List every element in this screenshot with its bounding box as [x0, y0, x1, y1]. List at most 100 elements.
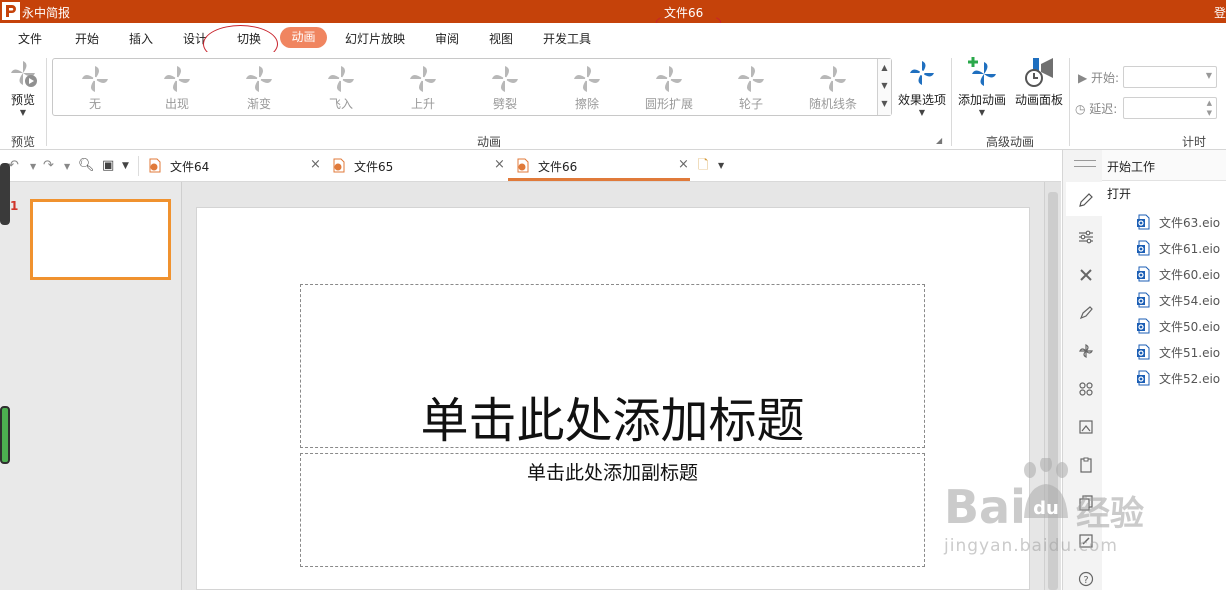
tab-label: 文件66	[538, 160, 578, 174]
task-pane-title: 开始工作	[1107, 160, 1156, 174]
preview-group-label: 预览	[11, 135, 36, 149]
effect-8[interactable]: 圆形扩展	[633, 63, 705, 115]
side-handle-bottom[interactable]	[0, 406, 10, 464]
close-icon[interactable]: ×	[678, 157, 689, 172]
app-logo-icon	[2, 2, 20, 20]
effect-10[interactable]: 随机线条	[797, 63, 869, 115]
scrollbar-thumb[interactable]	[1048, 192, 1058, 590]
help-icon[interactable]: ?	[1078, 571, 1094, 587]
effect-7[interactable]: 擦除	[551, 63, 623, 115]
tab-doc-66[interactable]: 文件66 ×	[516, 150, 691, 181]
recent-file-name: 文件50.eio	[1159, 320, 1221, 334]
effect-5[interactable]: 上升	[387, 63, 459, 115]
menu-slideshow[interactable]: 幻灯片放映	[345, 30, 405, 47]
watermark-brand: Bai	[944, 480, 1026, 534]
pinwheel-icon[interactable]	[1078, 343, 1094, 359]
subtitle-placeholder-text: 单击此处添加副标题	[526, 462, 698, 484]
menu-insert[interactable]: 插入	[129, 30, 153, 47]
sliders-icon[interactable]	[1078, 229, 1094, 245]
new-tab-icon[interactable]: 🗋︎	[698, 156, 708, 178]
recent-file-name: 文件54.eio	[1159, 294, 1221, 308]
eio-file-icon	[1137, 266, 1150, 282]
recent-file-name: 文件51.eio	[1159, 346, 1221, 360]
preview-dropdown-icon[interactable]: ▼	[6, 108, 40, 117]
effect-options-button[interactable]: 效果选项 ▼	[896, 58, 948, 117]
save-icon[interactable]: ▣	[102, 158, 114, 173]
redo-icon[interactable]: ↷	[43, 158, 54, 173]
login-link[interactable]: 登	[1214, 4, 1226, 21]
pencil-icon[interactable]	[1078, 192, 1094, 208]
dialog-launcher-icon[interactable]: ◢	[936, 136, 942, 145]
menu-file[interactable]: 文件	[18, 30, 42, 47]
clipboard-icon[interactable]	[1078, 457, 1094, 473]
close-icon[interactable]: ×	[310, 157, 321, 172]
redo-dropdown-icon[interactable]: ▼	[64, 162, 70, 171]
add-animation-label: 添加动画	[957, 93, 1006, 107]
side-handle-top[interactable]	[0, 163, 10, 225]
effect-1[interactable]: 无	[59, 63, 131, 115]
effect-9[interactable]: 轮子	[715, 63, 787, 115]
menu-animation[interactable]: 动画	[280, 27, 327, 48]
group-separator	[1069, 58, 1070, 146]
scroll-up-icon[interactable]: ▲	[878, 59, 891, 77]
menu-home[interactable]: 开始	[75, 30, 99, 47]
pinwheel-icon	[410, 66, 436, 92]
gallery-scrollbar[interactable]: ▲ ▼ ▼	[877, 59, 891, 115]
pinwheel-icon	[82, 66, 108, 92]
recent-file-name: 文件60.eio	[1159, 268, 1221, 282]
lines-icon	[820, 66, 846, 92]
print-preview-icon[interactable]: 🔍︎	[78, 158, 95, 173]
customize-dropdown-icon[interactable]: ▼	[122, 161, 129, 171]
tab-doc-64[interactable]: 文件64 ×	[148, 150, 323, 181]
animation-group-label: 动画	[477, 135, 502, 149]
animation-pane-button[interactable]: 动画面板	[1013, 56, 1065, 108]
delay-input[interactable]: ▲ ▼	[1123, 97, 1217, 119]
presentation-file-icon	[149, 158, 161, 173]
effect-3[interactable]: 渐变	[223, 63, 295, 115]
effect-options-dropdown-icon[interactable]: ▼	[896, 108, 948, 117]
rail-grip-line	[1074, 160, 1096, 161]
effect-4[interactable]: 飞入	[305, 63, 377, 115]
watermark-suffix: 经验	[1076, 486, 1144, 535]
menu-review[interactable]: 审阅	[435, 30, 459, 47]
baidu-paw-icon: du	[1024, 458, 1068, 519]
tab-doc-65[interactable]: 文件65 ×	[332, 150, 507, 181]
add-animation-dropdown-icon[interactable]: ▼	[956, 108, 1008, 117]
start-label-text: 开始:	[1091, 71, 1120, 85]
spinner-icon[interactable]: ▲ ▼	[1207, 98, 1212, 118]
tools-icon[interactable]	[1078, 267, 1094, 283]
advanced-group-label: 高级动画	[986, 135, 1035, 149]
open-section-label: 打开	[1107, 187, 1132, 201]
gallery-more-icon[interactable]: ▼	[878, 95, 891, 113]
eio-file-icon	[1137, 292, 1150, 308]
scroll-down-icon[interactable]: ▼	[878, 77, 891, 95]
vertical-scrollbar[interactable]	[1044, 182, 1061, 590]
slide-thumbnail[interactable]	[30, 199, 171, 280]
effect-label: 上升	[410, 97, 435, 111]
presentation-file-icon	[333, 158, 345, 173]
undo-dropdown-icon[interactable]: ▼	[30, 162, 36, 171]
group-separator	[46, 58, 47, 146]
effect-6[interactable]: 劈裂	[469, 63, 541, 115]
close-icon[interactable]: ×	[494, 157, 505, 172]
presentation-file-icon	[517, 158, 529, 173]
grid-icon[interactable]	[1078, 381, 1094, 397]
wheel-icon	[738, 66, 764, 92]
brush-icon[interactable]	[1078, 305, 1094, 321]
new-tab-dropdown-icon[interactable]: ▼	[718, 161, 724, 170]
menu-bar: 文件 开始 插入 设计 切换 动画 幻灯片放映 审阅 视图 开发工具	[0, 23, 1226, 52]
watermark-url-text: jingyan.baidu.com	[944, 536, 1118, 556]
add-animation-icon	[968, 57, 996, 86]
start-select[interactable]: ▼	[1123, 66, 1217, 88]
menu-developer[interactable]: 开发工具	[543, 30, 591, 47]
preview-button[interactable]: 预览 ▼	[6, 58, 40, 117]
eio-file-icon	[1137, 318, 1150, 334]
picture-icon[interactable]	[1078, 419, 1094, 435]
menu-view[interactable]: 视图	[489, 30, 513, 47]
effect-options-icon	[910, 61, 934, 85]
eio-file-icon	[1137, 344, 1150, 360]
effect-label: 擦除	[574, 97, 599, 111]
effect-label: 无	[88, 97, 101, 111]
effect-2[interactable]: 出现	[141, 63, 213, 115]
add-animation-button[interactable]: 添加动画 ▼	[956, 56, 1008, 117]
